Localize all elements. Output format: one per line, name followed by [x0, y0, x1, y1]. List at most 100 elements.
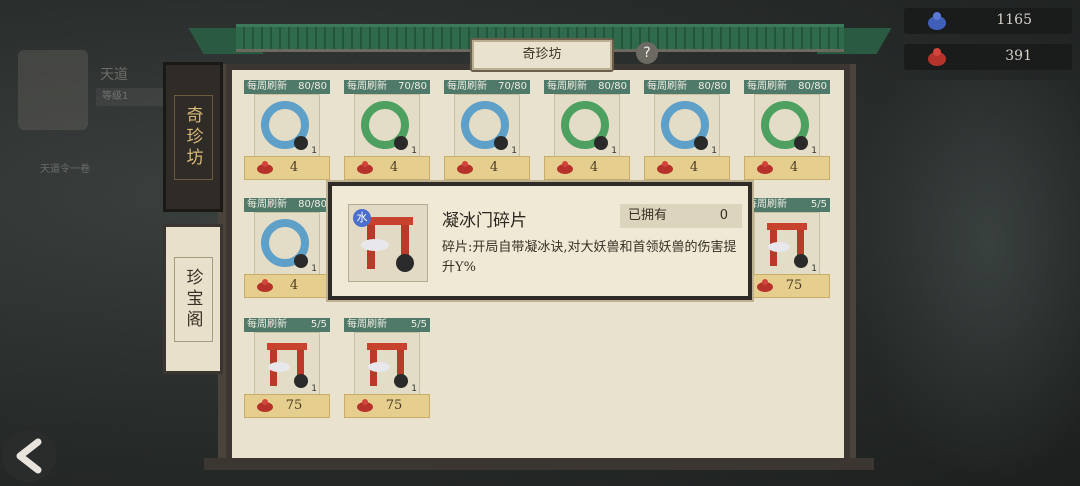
ring-fragment-icon: 1 [554, 94, 620, 158]
item-header: 每周刷新 80/80 [244, 198, 330, 212]
item-quantity: 1 [411, 146, 417, 156]
item-header: 每周刷新 80/80 [644, 80, 730, 94]
item-stock: 80/80 [298, 199, 327, 210]
item-stock: 80/80 [298, 81, 327, 92]
item-price[interactable]: 4 [444, 156, 530, 180]
blue-gourd-icon [928, 12, 946, 30]
item-price[interactable]: 4 [644, 156, 730, 180]
item-quantity: 1 [711, 146, 717, 156]
shop-item[interactable]: 每周刷新 80/80 1 4 [644, 80, 730, 184]
item-refresh-label: 每周刷新 [547, 81, 587, 92]
item-refresh-label: 每周刷新 [247, 319, 287, 330]
ring-fragment-icon: 1 [454, 94, 520, 158]
item-quantity: 1 [411, 384, 417, 394]
owned-box: 已拥有 0 [620, 204, 742, 228]
tab-qizhenfang[interactable]: 奇珍坊 [163, 62, 223, 212]
item-header: 每周刷新 80/80 [744, 80, 830, 94]
item-price-value: 4 [689, 160, 699, 175]
item-price-value: 4 [589, 160, 599, 175]
item-header: 每周刷新 5/5 [244, 318, 330, 332]
item-price-value: 4 [389, 160, 399, 175]
help-button[interactable]: ? [636, 42, 658, 64]
item-quantity: 1 [811, 146, 817, 156]
item-price-value: 4 [789, 160, 799, 175]
item-stock: 5/5 [810, 199, 827, 210]
item-header: 每周刷新 70/80 [344, 80, 430, 94]
shop-item[interactable]: 每周刷新 5/5 1 75 [744, 198, 830, 302]
item-refresh-label: 每周刷新 [347, 81, 387, 92]
shop-item[interactable]: 每周刷新 70/80 1 4 [344, 80, 430, 184]
item-stock: 5/5 [410, 319, 427, 330]
item-price-value: 4 [489, 160, 499, 175]
item-quantity: 1 [511, 146, 517, 156]
shop-item[interactable]: 每周刷新 5/5 1 75 [244, 318, 330, 422]
item-price[interactable]: 75 [344, 394, 430, 418]
water-element-badge: 水 [353, 209, 371, 227]
shop-item[interactable]: 每周刷新 80/80 1 4 [744, 80, 830, 184]
item-price-value: 4 [289, 160, 299, 175]
tab-zhenbaoge[interactable]: 珍宝阁 [163, 224, 223, 374]
item-price-value: 75 [385, 398, 403, 413]
profile-name: 天道 [100, 67, 128, 83]
item-refresh-label: 每周刷新 [247, 199, 287, 210]
item-quantity: 1 [811, 264, 817, 274]
currency-blue: 1165 [904, 8, 1072, 34]
back-button[interactable] [2, 430, 56, 482]
item-stock: 80/80 [598, 81, 627, 92]
item-price[interactable]: 4 [244, 274, 330, 298]
item-header: 每周刷新 5/5 [344, 318, 430, 332]
tab-label: 珍宝阁 [173, 256, 213, 342]
background-tree [850, 80, 1080, 486]
item-refresh-label: 每周刷新 [447, 81, 487, 92]
ring-fragment-icon: 1 [354, 94, 420, 158]
shop-item[interactable]: 每周刷新 5/5 1 75 [344, 318, 430, 422]
profile-rank: 等级1 [96, 88, 166, 106]
owned-label: 已拥有 [628, 208, 668, 223]
gate-fragment-icon: 1 [254, 332, 320, 396]
gate-fragment-icon: 1 [754, 212, 820, 276]
profile-panel: 天道 等级1 天道令一卷 [0, 20, 170, 210]
currency-red: 391 [904, 44, 1072, 70]
tooltip-description: 碎片:开局自带凝冰诀,对大妖兽和首领妖兽的伤害提升Y% [442, 240, 737, 275]
item-quantity: 1 [311, 384, 317, 394]
item-quantity: 1 [611, 146, 617, 156]
lotus-avatar-icon [18, 50, 88, 130]
currency-red-value: 391 [1005, 48, 1032, 64]
shop-item[interactable]: 每周刷新 80/80 1 4 [244, 80, 330, 184]
item-price[interactable]: 75 [744, 274, 830, 298]
ring-fragment-icon: 1 [654, 94, 720, 158]
item-quantity: 1 [311, 146, 317, 156]
item-stock: 70/80 [498, 81, 527, 92]
shop-item[interactable]: 每周刷新 70/80 1 4 [444, 80, 530, 184]
ring-fragment-icon: 1 [254, 212, 320, 276]
item-price[interactable]: 4 [344, 156, 430, 180]
item-refresh-label: 每周刷新 [647, 81, 687, 92]
shop-item[interactable]: 每周刷新 80/80 1 4 [544, 80, 630, 184]
item-quantity: 1 [311, 264, 317, 274]
red-gourd-icon [928, 48, 946, 66]
item-stock: 80/80 [798, 81, 827, 92]
item-price[interactable]: 4 [544, 156, 630, 180]
shop-item[interactable]: 每周刷新 80/80 1 4 [244, 198, 330, 302]
item-stock: 5/5 [310, 319, 327, 330]
gate-fragment-icon: 水 [348, 204, 428, 282]
gate-fragment-icon: 1 [354, 332, 420, 396]
item-price-value: 75 [285, 398, 303, 413]
profile-note: 天道令一卷 [40, 164, 90, 175]
item-tooltip: 水 凝冰门碎片 已拥有 0 碎片:开局自带凝冰诀,对大妖兽和首领妖兽的伤害提升Y… [328, 182, 752, 300]
item-refresh-label: 每周刷新 [247, 81, 287, 92]
item-price[interactable]: 4 [244, 156, 330, 180]
tab-label: 奇珍坊 [173, 94, 213, 180]
item-refresh-label: 每周刷新 [747, 81, 787, 92]
item-price[interactable]: 4 [744, 156, 830, 180]
currency-blue-value: 1165 [996, 12, 1032, 28]
owned-value: 0 [719, 208, 728, 223]
item-header: 每周刷新 5/5 [744, 198, 830, 212]
shop-title: 奇珍坊 [470, 38, 614, 72]
item-refresh-label: 每周刷新 [347, 319, 387, 330]
back-arrow-icon [16, 438, 42, 474]
tooltip-item-name: 凝冰门碎片 [442, 211, 527, 231]
item-header: 每周刷新 70/80 [444, 80, 530, 94]
item-price[interactable]: 75 [244, 394, 330, 418]
item-refresh-label: 每周刷新 [747, 199, 787, 210]
